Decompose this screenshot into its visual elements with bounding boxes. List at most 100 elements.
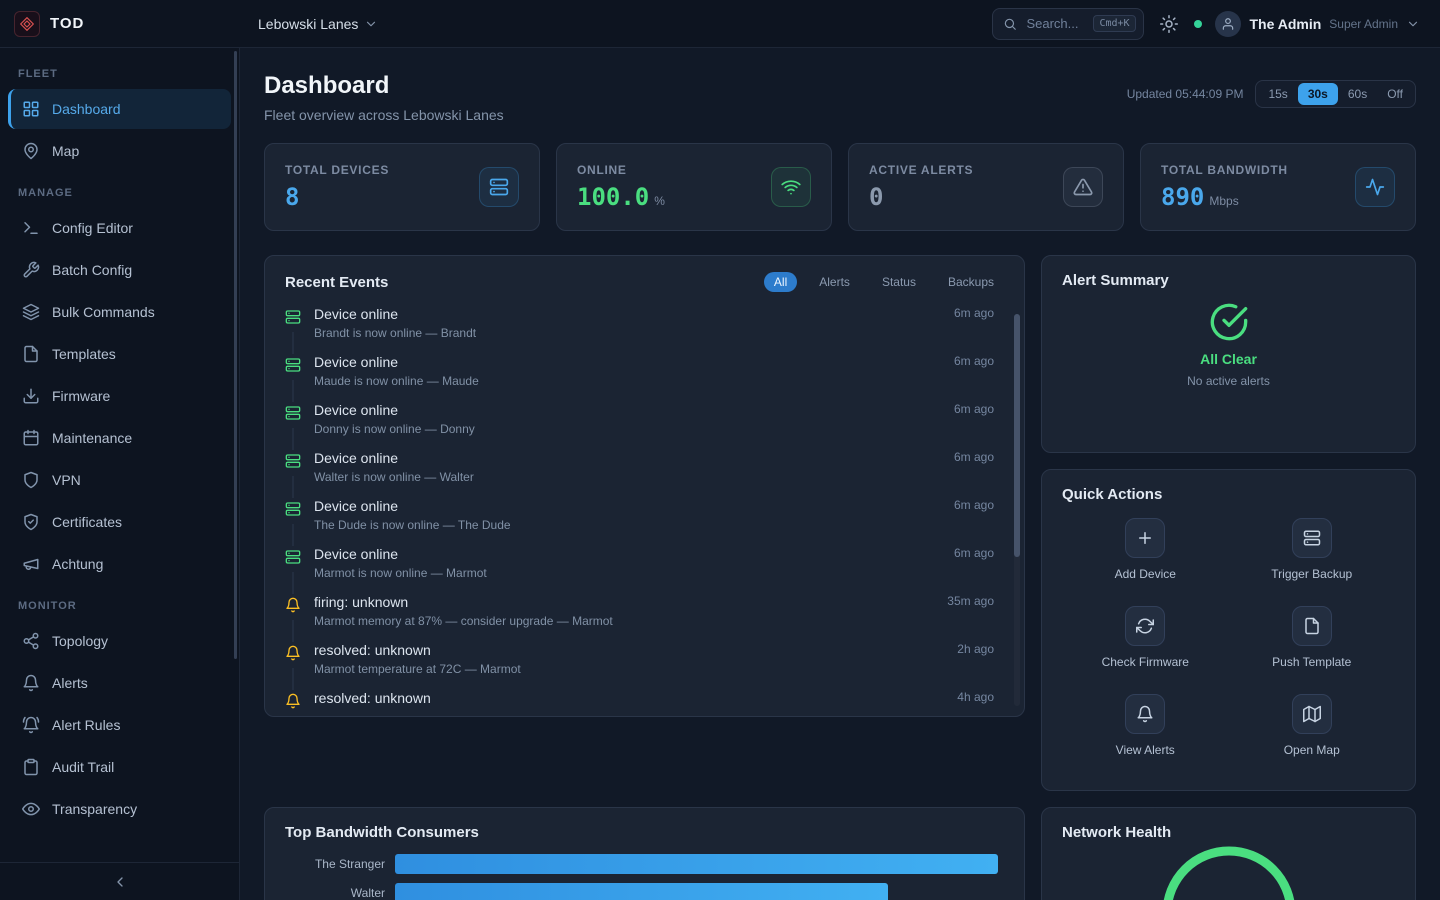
stat-label: TOTAL BANDWIDTH xyxy=(1161,163,1288,177)
sidebar-item-bulk-commands[interactable]: Bulk Commands xyxy=(8,292,231,332)
stat-unit: Mbps xyxy=(1209,194,1238,208)
sidebar-item-alerts[interactable]: Alerts xyxy=(8,663,231,703)
event-row: resolved: unknown Marmot temperature at … xyxy=(285,642,1004,690)
sidebar-item-label: Config Editor xyxy=(52,220,133,236)
sidebar-item-transparency[interactable]: Transparency xyxy=(8,789,231,829)
bandwidth-device-label: The Stranger xyxy=(285,857,395,871)
stat-unit: % xyxy=(654,194,665,208)
stat-value: 890Mbps xyxy=(1161,183,1288,211)
sidebar: FLEET Dashboard Map MANAGE Config Editor… xyxy=(0,48,240,900)
quick-action-check-firmware[interactable]: Check Firmware xyxy=(1062,606,1229,669)
sidebar-item-map[interactable]: Map xyxy=(8,131,231,171)
events-tab-all[interactable]: All xyxy=(764,272,797,292)
sidebar-item-maintenance[interactable]: Maintenance xyxy=(8,418,231,458)
user-menu[interactable]: The Admin Super Admin xyxy=(1215,11,1420,37)
user-role: Super Admin xyxy=(1329,17,1398,31)
topbar-actions: Cmd+K The Admin Super Admin xyxy=(992,8,1440,40)
org-switcher[interactable]: Lebowski Lanes xyxy=(258,16,378,32)
stat-label: ACTIVE ALERTS xyxy=(869,163,973,177)
sidebar-item-config-editor[interactable]: Config Editor xyxy=(8,208,231,248)
updated-timestamp: Updated 05:44:09 PM xyxy=(1127,87,1244,101)
stat-label: TOTAL DEVICES xyxy=(285,163,389,177)
event-subtitle: Marmot is now online — Marmot xyxy=(314,566,941,580)
sidebar-section-fleet: FLEET xyxy=(0,54,239,87)
alert-summary-title: Alert Summary xyxy=(1062,272,1395,289)
events-scrollbar-thumb[interactable] xyxy=(1014,314,1020,557)
page-title: Dashboard xyxy=(264,72,504,100)
sidebar-section-monitor: MONITOR xyxy=(0,586,239,619)
sidebar-item-alert-rules[interactable]: Alert Rules xyxy=(8,705,231,745)
quick-action-add-device[interactable]: Add Device xyxy=(1062,518,1229,581)
sidebar-item-certificates[interactable]: Certificates xyxy=(8,502,231,542)
sidebar-item-label: Bulk Commands xyxy=(52,304,155,320)
quick-actions-card: Quick Actions Add Device Trigger Backup … xyxy=(1041,469,1416,791)
bandwidth-bar xyxy=(395,883,888,900)
event-row: Device online Brandt is now online — Bra… xyxy=(285,306,1004,354)
sidebar-item-label: Achtung xyxy=(52,556,103,572)
event-row: Device online Marmot is now online — Mar… xyxy=(285,546,1004,594)
events-tab-backups[interactable]: Backups xyxy=(938,272,1004,292)
events-tab-alerts[interactable]: Alerts xyxy=(809,272,860,292)
event-subtitle: Marmot memory at 87% — consider upgrade … xyxy=(314,614,934,628)
event-row: Device online Walter is now online — Wal… xyxy=(285,450,1004,498)
events-tab-status[interactable]: Status xyxy=(872,272,926,292)
chevron-left-icon xyxy=(112,874,128,890)
sidebar-item-topology[interactable]: Topology xyxy=(8,621,231,661)
bandwidth-device-label: Walter xyxy=(285,886,395,900)
sidebar-item-dashboard[interactable]: Dashboard xyxy=(8,89,231,129)
quick-action-label: View Alerts xyxy=(1116,743,1175,757)
recent-events-card: Recent Events AllAlertsStatusBackups Dev… xyxy=(264,255,1025,717)
connection-status-dot xyxy=(1194,20,1202,28)
events-scrollbar[interactable] xyxy=(1014,314,1020,706)
bandwidth-bars: The Stranger Walter xyxy=(285,854,1004,900)
sidebar-item-achtung[interactable]: Achtung xyxy=(8,544,231,584)
event-time: 6m ago xyxy=(954,306,994,354)
activity-icon xyxy=(1355,167,1395,207)
calendar-icon xyxy=(22,429,40,447)
sidebar-scrollbar[interactable] xyxy=(234,51,237,659)
event-row: firing: unknown Marmot memory at 87% — c… xyxy=(285,594,1004,642)
event-time: 6m ago xyxy=(954,402,994,450)
refresh-option-off[interactable]: Off xyxy=(1377,83,1413,105)
logo-diamond-icon xyxy=(14,11,40,37)
quick-action-view-alerts[interactable]: View Alerts xyxy=(1062,694,1229,757)
sidebar-item-vpn[interactable]: VPN xyxy=(8,460,231,500)
alert-detail-text: No active alerts xyxy=(1187,374,1270,388)
sidebar-collapse-button[interactable] xyxy=(0,862,239,900)
main-content: Dashboard Fleet overview across Lebowski… xyxy=(240,48,1440,900)
stat-label: ONLINE xyxy=(577,163,665,177)
sidebar-item-label: Audit Trail xyxy=(52,759,114,775)
app-brand[interactable]: TOD xyxy=(0,11,240,37)
quick-action-label: Push Template xyxy=(1272,655,1351,669)
sidebar-item-label: Alert Rules xyxy=(52,717,120,733)
health-ring xyxy=(1144,843,1314,900)
quick-action-label: Trigger Backup xyxy=(1271,567,1352,581)
event-title: firing: unknown xyxy=(314,594,934,610)
eye-icon xyxy=(22,800,40,818)
sidebar-item-audit-trail[interactable]: Audit Trail xyxy=(8,747,231,787)
sidebar-item-label: Transparency xyxy=(52,801,137,817)
layers-icon xyxy=(22,303,40,321)
quick-action-push-template[interactable]: Push Template xyxy=(1229,606,1396,669)
event-title: resolved: unknown xyxy=(314,690,944,706)
quick-action-open-map[interactable]: Open Map xyxy=(1229,694,1396,757)
quick-action-trigger-backup[interactable]: Trigger Backup xyxy=(1229,518,1396,581)
global-search[interactable]: Cmd+K xyxy=(992,8,1144,40)
theme-toggle-button[interactable] xyxy=(1157,12,1181,36)
file-icon xyxy=(22,345,40,363)
stat-card-online: ONLINE 100.0% xyxy=(556,143,832,231)
sidebar-item-batch-config[interactable]: Batch Config xyxy=(8,250,231,290)
refresh-option-30s[interactable]: 30s xyxy=(1298,83,1338,105)
event-row: Device online Donny is now online — Donn… xyxy=(285,402,1004,450)
sidebar-item-firmware[interactable]: Firmware xyxy=(8,376,231,416)
sidebar-item-label: Batch Config xyxy=(52,262,132,278)
event-time: 35m ago xyxy=(947,594,994,642)
search-input[interactable] xyxy=(1024,15,1086,32)
stats-row: TOTAL DEVICES 8 ONLINE 100.0% ACTIVE ALE… xyxy=(264,143,1416,231)
event-subtitle: Walter is now online — Walter xyxy=(314,470,941,484)
sidebar-item-label: VPN xyxy=(52,472,81,488)
refresh-option-15s[interactable]: 15s xyxy=(1258,83,1297,105)
bell-ring-icon xyxy=(22,716,40,734)
sidebar-item-templates[interactable]: Templates xyxy=(8,334,231,374)
refresh-option-60s[interactable]: 60s xyxy=(1338,83,1377,105)
